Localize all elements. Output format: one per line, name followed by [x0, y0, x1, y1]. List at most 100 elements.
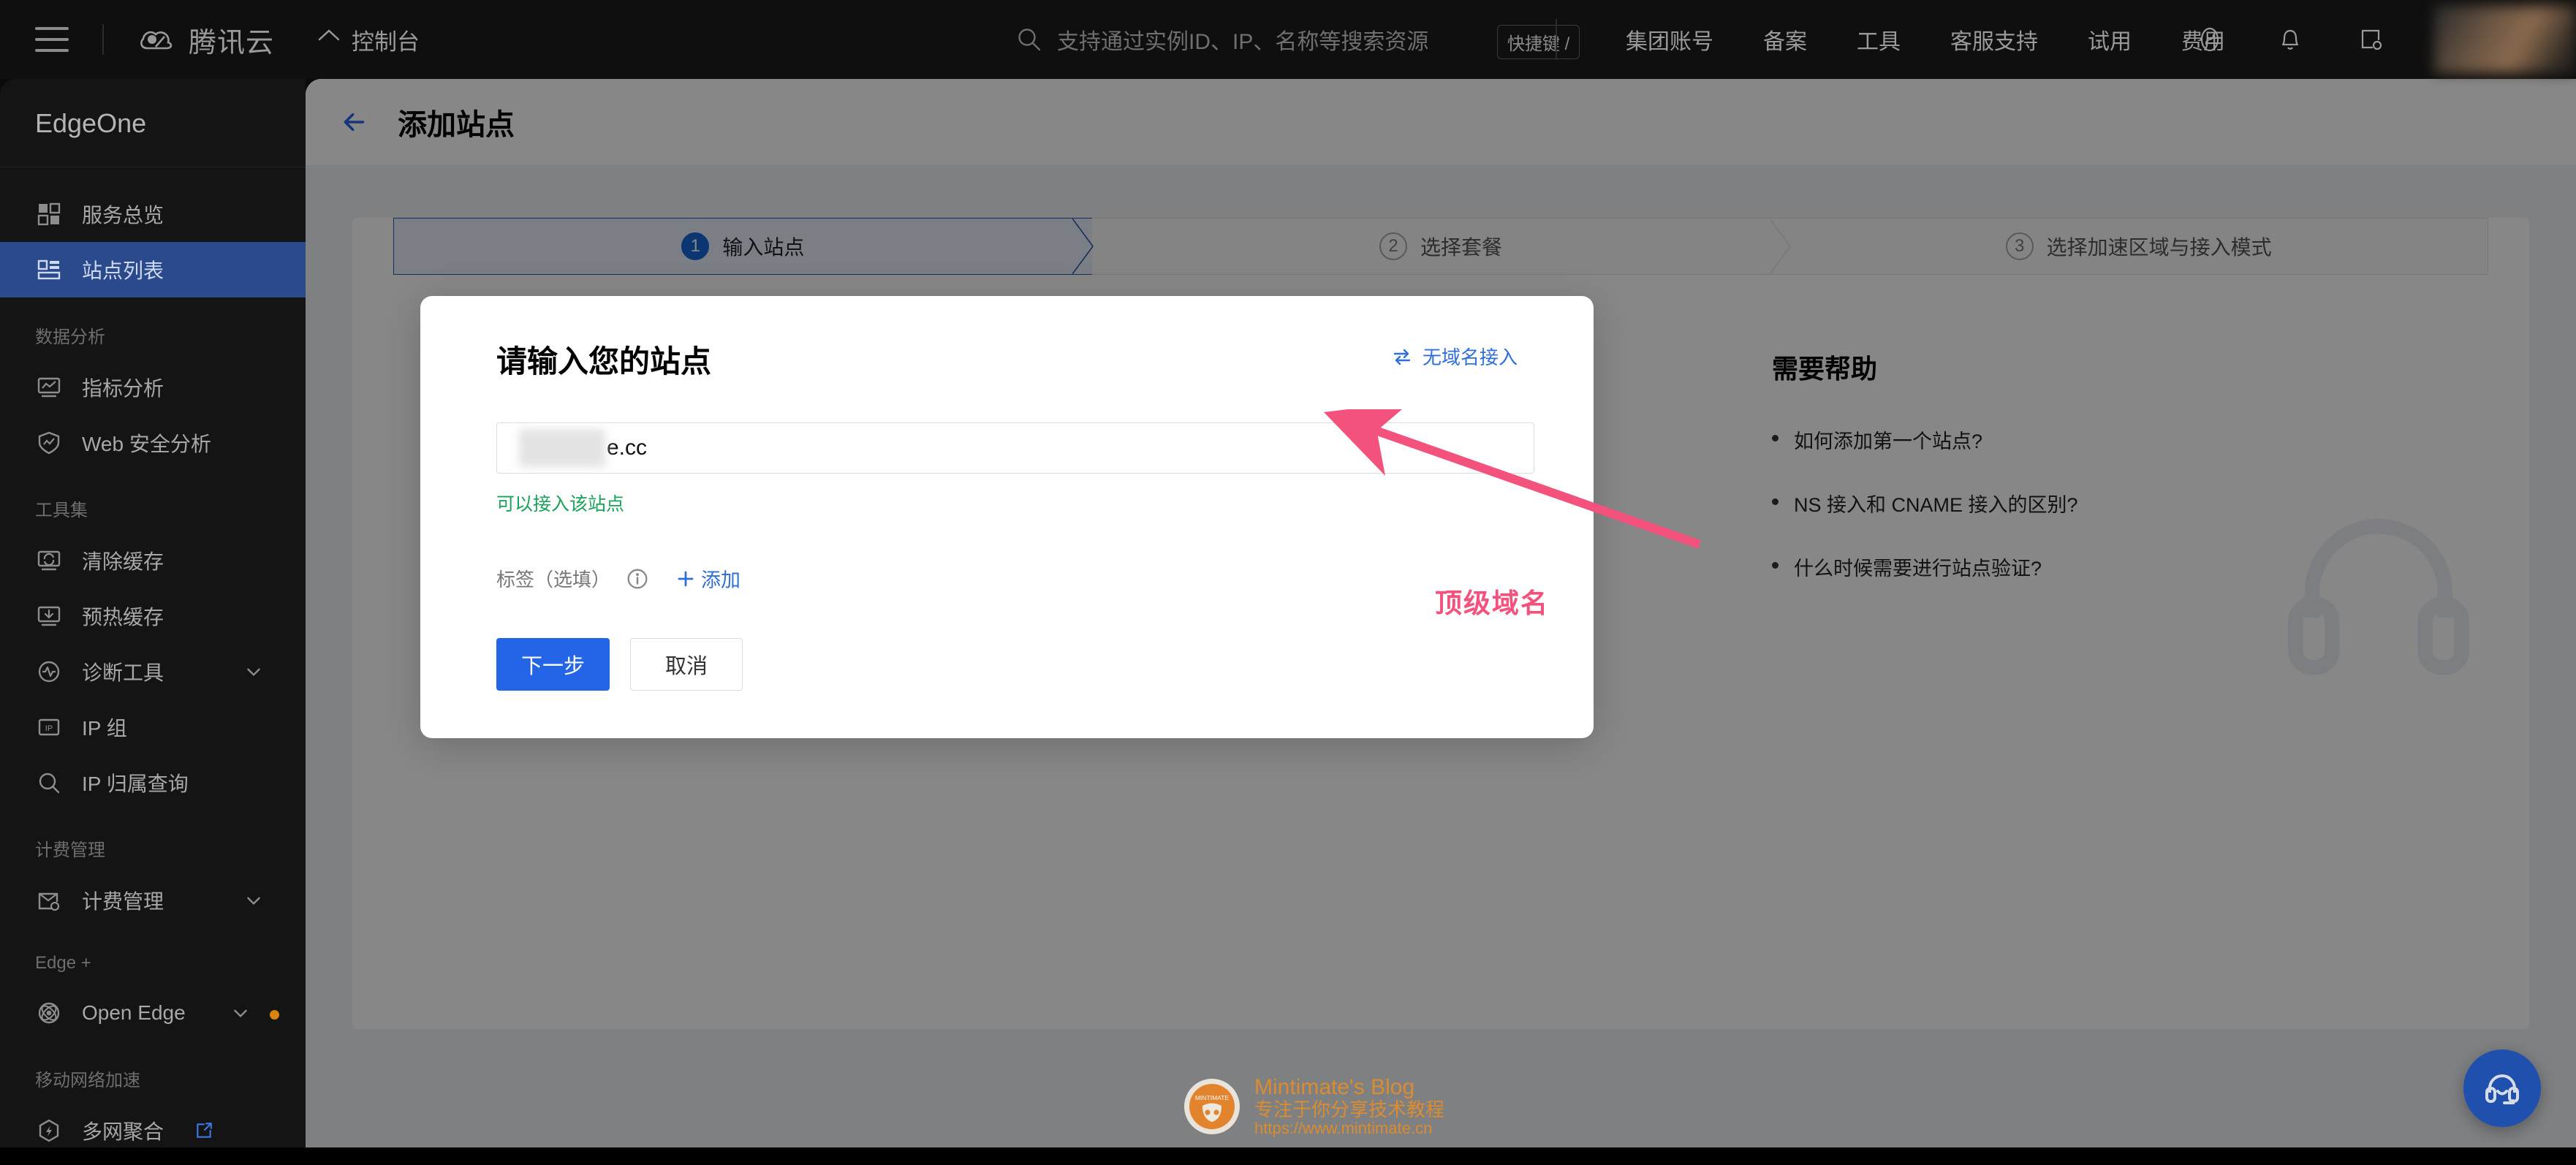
sidebar-item-label: 多网聚合 — [82, 1120, 164, 1143]
wizard-stepper: 1 输入站点 2 选择套餐 3 选择加速区域与接入模式 — [393, 218, 2489, 275]
validation-message: 可以接入该站点 — [496, 494, 625, 515]
step-number: 2 — [1379, 232, 1407, 260]
watermark-url: https://www.mintimate.cn — [1254, 1119, 1433, 1138]
next-step-button[interactable]: 下一步 — [496, 638, 610, 691]
headset-icon — [2485, 1074, 2519, 1104]
page-header: 添加站点 — [306, 79, 2576, 165]
dialog-header: 请输入您的站点 无域名接入 — [496, 337, 1518, 382]
step-2-choose-plan[interactable]: 2 选择套餐 — [1091, 218, 1792, 275]
topnav-item-trial[interactable]: 试用 — [2063, 23, 2156, 56]
topbar-nav-links: 集团账号 备案 工具 客服支持 试用 费用 — [1601, 0, 2250, 79]
dialog-button-row: 下一步 取消 — [496, 638, 1518, 691]
search-icon — [1018, 29, 1041, 51]
watermark-title: Mintimate's Blog — [1254, 1075, 1415, 1099]
cancel-button[interactable]: 取消 — [630, 638, 743, 691]
blog-watermark: MINTIMATE Mintimate's Blog 专注于你分享技术教程 ht… — [1184, 1075, 1445, 1138]
chevron-down-icon — [247, 897, 260, 906]
step-number: 3 — [2005, 232, 2034, 260]
sidebar-item-ip-lookup[interactable]: IP 归属查询 — [0, 755, 306, 811]
sidebar-item-prefetch-cache[interactable]: 预热缓存 — [0, 588, 306, 644]
shortcut-hint-badge: 快捷键 / — [1497, 25, 1580, 59]
sidebar-item-diagnostic-tools[interactable]: 诊断工具 — [0, 644, 306, 699]
sidebar-item-label: 服务总览 — [82, 204, 164, 227]
bell-icon[interactable] — [2273, 23, 2307, 56]
watermark-logo: MINTIMATE — [1184, 1079, 1240, 1135]
info-icon[interactable] — [626, 568, 648, 590]
add-tag-label: 添加 — [701, 569, 741, 591]
help-panel-title: 需要帮助 — [1772, 354, 1878, 384]
hamburger-icon[interactable] — [35, 27, 69, 52]
sidebar-item-label: Web 安全分析 — [82, 433, 211, 455]
step-label: 输入站点 — [722, 236, 805, 259]
headset-watermark-icon — [2288, 518, 2469, 675]
help-link-item[interactable]: 如何添加第一个站点? — [1772, 425, 2488, 454]
download-monitor-icon — [35, 602, 63, 630]
sidebar-item-metrics[interactable]: 指标分析 — [0, 360, 306, 415]
swap-icon — [1393, 349, 1411, 365]
sidebar-group-label-tools: 工具集 — [35, 501, 88, 520]
billing-icon — [35, 887, 63, 914]
cloud-icon — [140, 31, 173, 50]
global-search[interactable]: 支持通过实例ID、IP、名称等搜索资源 — [1016, 0, 1428, 79]
workorder-icon[interactable] — [2354, 23, 2387, 56]
tag-row: 标签（选填） 添加 — [496, 564, 1518, 593]
sidebar-item-label: 计费管理 — [82, 890, 164, 913]
plus-icon — [678, 571, 694, 586]
sidebar: EdgeOne 服务总览 站点列表 数据分析 指标分析 Web 安全分析 工具集… — [0, 79, 306, 1165]
search-placeholder: 支持通过实例ID、IP、名称等搜索资源 — [1057, 30, 1429, 54]
top-navigation-bar: 腾讯云 控制台 支持通过实例ID、IP、名称等搜索资源 快捷键 / 集团账号 备… — [0, 0, 2576, 79]
console-link[interactable]: 控制台 — [317, 23, 420, 56]
site-domain-input[interactable]: e.cc — [496, 422, 1534, 474]
sidebar-item-label: 诊断工具 — [82, 661, 164, 684]
sidebar-group-label-analytics: 数据分析 — [35, 327, 105, 347]
chart-monitor-icon — [35, 373, 63, 401]
tag-label: 标签（选填） — [496, 569, 611, 591]
arrow-left-icon[interactable] — [338, 105, 371, 139]
dialog-body: 请输入您的站点 无域名接入 e.cc 可以接入该站点 标签（选填） 添加 下一步… — [420, 296, 1594, 691]
sidebar-item-label: 指标分析 — [82, 377, 164, 400]
sidebar-item-ip-group[interactable]: IP IP 组 — [0, 699, 306, 755]
sites-icon — [35, 256, 63, 284]
sidebar-item-billing-management[interactable]: 计费管理 — [0, 873, 306, 928]
sidebar-item-purge-cache[interactable]: 清除缓存 — [0, 533, 306, 588]
no-domain-access-link[interactable]: 无域名接入 — [1392, 343, 1518, 370]
site-domain-value: e.cc — [607, 436, 648, 460]
support-fab-button[interactable] — [2463, 1050, 2541, 1127]
step-3-choose-region[interactable]: 3 选择加速区域与接入模式 — [1789, 218, 2489, 275]
sidebar-item-web-security[interactable]: Web 安全分析 — [0, 415, 306, 471]
pulse-icon — [35, 658, 63, 686]
help-panel: 需要帮助 如何添加第一个站点? NS 接入和 CNAME 接入的区别? 什么时候… — [1772, 348, 2488, 675]
step-label: 选择套餐 — [1420, 236, 1503, 259]
topbar-divider-2 — [1556, 19, 1557, 60]
search-icon — [35, 769, 63, 797]
sidebar-item-label: Open Edge — [82, 1001, 186, 1024]
sidebar-item-service-overview[interactable]: 服务总览 — [0, 186, 306, 242]
topbar-icon-cluster — [2193, 0, 2387, 79]
step-label: 选择加速区域与接入模式 — [2046, 236, 2272, 259]
add-tag-button[interactable]: 添加 — [676, 564, 740, 593]
topnav-item-support[interactable]: 客服支持 — [1925, 23, 2063, 56]
topbar-left-cluster: 腾讯云 控制台 — [0, 0, 420, 79]
topnav-item-group-account[interactable]: 集团账号 — [1601, 23, 1738, 56]
wave-icon[interactable] — [2193, 23, 2227, 56]
svg-text:MINTIMATE: MINTIMATE — [1195, 1094, 1229, 1101]
brand-logo[interactable]: 腾讯云 — [137, 20, 274, 60]
no-domain-access-label: 无域名接入 — [1422, 346, 1518, 368]
ip-box-icon: IP — [35, 713, 63, 741]
topnav-item-icp[interactable]: 备案 — [1738, 23, 1832, 56]
external-link-icon — [197, 1123, 212, 1138]
watermark-text-block: Mintimate's Blog 专注于你分享技术教程 https://www.… — [1254, 1075, 1445, 1138]
user-avatar[interactable] — [2434, 6, 2576, 73]
sidebar-item-label: 预热缓存 — [82, 606, 164, 629]
hex-bolt-icon — [35, 1117, 63, 1145]
shield-icon — [35, 429, 63, 457]
new-badge-dot — [270, 1010, 279, 1020]
watermark-subtitle: 专注于你分享技术教程 — [1254, 1098, 1445, 1121]
sidebar-group-label-mobile-accel: 移动网络加速 — [35, 1071, 140, 1090]
sidebar-item-site-list[interactable]: 站点列表 — [0, 242, 306, 297]
sidebar-group-label-billing: 计费管理 — [35, 840, 105, 860]
topnav-item-tools[interactable]: 工具 — [1832, 23, 1925, 56]
sidebar-item-open-edge[interactable]: Open Edge — [0, 985, 306, 1041]
grid-icon — [35, 200, 63, 228]
step-1-input-site[interactable]: 1 输入站点 — [393, 218, 1094, 275]
